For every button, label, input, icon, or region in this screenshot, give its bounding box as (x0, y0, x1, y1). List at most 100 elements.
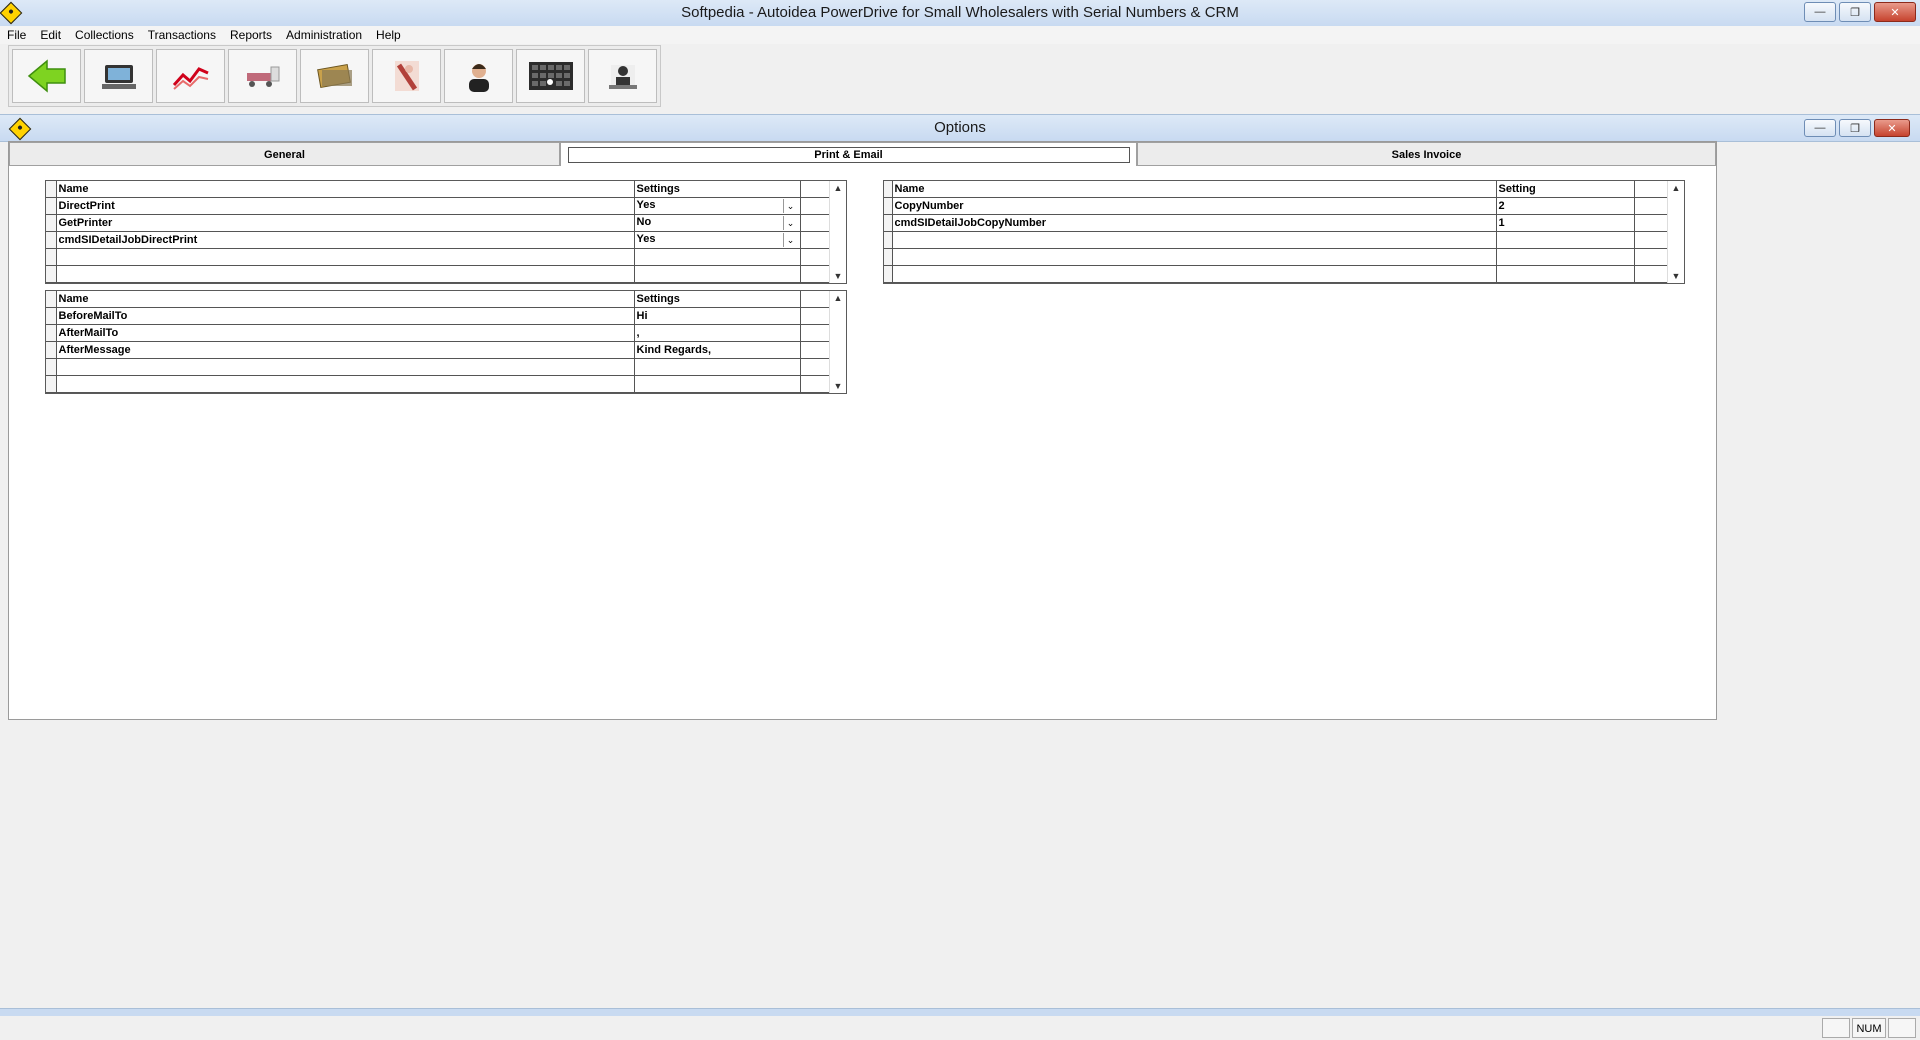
row-selector[interactable] (46, 231, 57, 249)
table-row[interactable] (46, 265, 835, 283)
table-row[interactable] (46, 358, 835, 376)
admin-button[interactable] (588, 49, 657, 103)
back-button[interactable] (12, 49, 81, 103)
tab-print-email[interactable]: Print & Email (560, 142, 1137, 166)
setting-name: BeforeMailTo (56, 307, 635, 325)
setting-value: No (636, 216, 652, 228)
row-selector (46, 291, 57, 308)
copies-settings-grid: Name Setting CopyNumber 2 cmdSIDetailJob… (883, 180, 1685, 284)
column-header-name[interactable]: Name (56, 291, 635, 308)
setting-value: Yes (636, 233, 656, 245)
tab-general[interactable]: General (9, 142, 560, 166)
pos-button[interactable] (84, 49, 153, 103)
row-selector[interactable] (884, 197, 893, 215)
menu-help[interactable]: Help (369, 28, 408, 42)
options-close-button[interactable]: ✕ (1874, 119, 1910, 137)
print-settings-grid: Name Settings DirectPrint Yes ⌄ GetPrinte… (45, 180, 847, 284)
table-row[interactable]: cmdSIDetailJobDirectPrint Yes ⌄ (46, 231, 835, 249)
menu-file[interactable]: File (0, 28, 33, 42)
setting-value-cell[interactable]: Yes ⌄ (634, 197, 801, 215)
menu-administration[interactable]: Administration (279, 28, 369, 42)
row-selector[interactable] (46, 214, 57, 232)
close-button[interactable]: ✕ (1874, 2, 1916, 22)
delivery-truck-icon (246, 66, 279, 87)
support-agent-icon (468, 64, 489, 92)
chevron-down-icon[interactable]: ⌄ (782, 216, 798, 230)
scroll-up-icon[interactable]: ▲ (830, 293, 846, 303)
column-header-setting[interactable]: Setting (1496, 181, 1635, 198)
toolbar (8, 45, 661, 107)
vertical-scrollbar[interactable]: ▲ ▼ (829, 291, 846, 393)
sales-button[interactable] (156, 49, 225, 103)
table-row[interactable]: AfterMailTo , (46, 324, 835, 342)
back-arrow-icon (27, 59, 66, 93)
menu-edit[interactable]: Edit (33, 28, 68, 42)
vertical-scrollbar[interactable]: ▲ ▼ (1667, 181, 1684, 283)
setting-value-cell[interactable]: No ⌄ (634, 214, 801, 232)
row-selector (884, 181, 893, 198)
setting-name: AfterMailTo (56, 324, 635, 342)
table-row[interactable] (884, 231, 1671, 249)
main-title-bar: Softpedia - Autoidea PowerDrive for Smal… (0, 0, 1920, 27)
setting-value[interactable]: Hi (634, 307, 801, 325)
scroll-down-icon[interactable]: ▼ (830, 381, 846, 391)
row-selector[interactable] (46, 324, 57, 342)
row-selector[interactable] (884, 214, 893, 232)
row-selector[interactable] (46, 307, 57, 325)
column-header-name[interactable]: Name (892, 181, 1497, 198)
keyboard-icon (528, 62, 573, 90)
chevron-down-icon[interactable]: ⌄ (782, 199, 798, 213)
scroll-down-icon[interactable]: ▼ (830, 271, 846, 281)
table-row[interactable]: cmdSIDetailJobCopyNumber 1 (884, 214, 1671, 232)
column-header-name[interactable]: Name (56, 181, 635, 198)
restore-button[interactable]: ❐ (1839, 2, 1871, 22)
table-row[interactable] (46, 248, 835, 266)
menu-collections[interactable]: Collections (68, 28, 141, 42)
grid-header-row: Name Settings (46, 291, 835, 308)
delivery-button[interactable] (228, 49, 297, 103)
vertical-scrollbar[interactable]: ▲ ▼ (829, 181, 846, 283)
grid-header-row: Name Setting (884, 181, 1671, 198)
options-panel: General Print & Email Sales Invoice Name… (8, 141, 1717, 720)
options-minimize-button[interactable]: — (1804, 119, 1836, 137)
table-row[interactable]: CopyNumber 2 (884, 197, 1671, 215)
setting-value[interactable]: , (634, 324, 801, 342)
menu-reports[interactable]: Reports (223, 28, 279, 42)
table-row[interactable]: DirectPrint Yes ⌄ (46, 197, 835, 215)
scroll-up-icon[interactable]: ▲ (1668, 183, 1684, 193)
setting-value-cell[interactable]: Yes ⌄ (634, 231, 801, 249)
table-row[interactable]: AfterMessage Kind Regards, (46, 341, 835, 359)
tab-print-email-label: Print & Email (567, 147, 1130, 163)
setting-value[interactable]: Kind Regards, (634, 341, 801, 359)
keyboard-button[interactable] (516, 49, 585, 103)
row-selector[interactable] (46, 341, 57, 359)
table-row[interactable] (46, 375, 835, 393)
minimize-button[interactable]: — (1804, 2, 1836, 22)
table-row[interactable] (884, 265, 1671, 283)
column-header-settings[interactable]: Settings (634, 181, 801, 198)
setting-value[interactable]: 1 (1496, 214, 1635, 232)
support-button[interactable] (444, 49, 513, 103)
chevron-down-icon[interactable]: ⌄ (782, 233, 798, 247)
table-row[interactable] (884, 248, 1671, 266)
scroll-up-icon[interactable]: ▲ (830, 183, 846, 193)
column-header-settings[interactable]: Settings (634, 291, 801, 308)
setting-name: AfterMessage (56, 341, 635, 359)
customer-button[interactable] (372, 49, 441, 103)
menu-bar: File Edit Collections Transactions Repor… (0, 26, 1920, 44)
table-row[interactable]: BeforeMailTo Hi (46, 307, 835, 325)
cash-button[interactable] (300, 49, 369, 103)
window-title: Softpedia - Autoidea PowerDrive for Smal… (681, 4, 1239, 21)
menu-transactions[interactable]: Transactions (141, 28, 223, 42)
row-selector[interactable] (46, 197, 57, 215)
grid-header-row: Name Settings (46, 181, 835, 198)
setting-name: cmdSIDetailJobCopyNumber (892, 214, 1497, 232)
options-restore-button[interactable]: ❐ (1839, 119, 1871, 137)
setting-value[interactable]: 2 (1496, 197, 1635, 215)
table-row[interactable]: GetPrinter No ⌄ (46, 214, 835, 232)
scroll-down-icon[interactable]: ▼ (1668, 271, 1684, 281)
pos-terminal-icon (101, 65, 136, 89)
administrator-icon (608, 65, 637, 89)
tab-sales-invoice[interactable]: Sales Invoice (1137, 142, 1716, 166)
setting-name: CopyNumber (892, 197, 1497, 215)
